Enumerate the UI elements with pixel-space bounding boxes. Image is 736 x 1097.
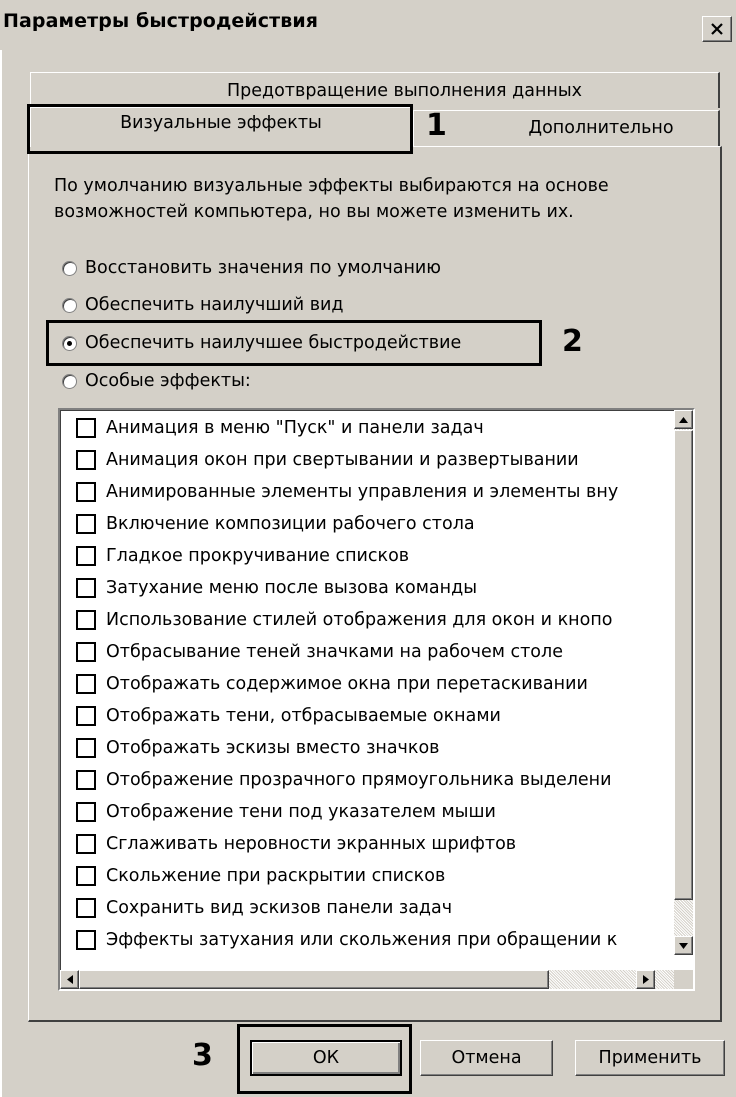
checkbox[interactable]: [76, 706, 96, 726]
checkbox[interactable]: [76, 418, 96, 438]
arrow-up-icon: [679, 416, 688, 423]
arrow-right-icon: [642, 975, 649, 984]
checkbox[interactable]: [76, 770, 96, 790]
list-item[interactable]: Отображать тени, отбрасываемые окнами: [76, 702, 501, 730]
list-item-label: Сохранить вид эскизов панели задач: [106, 898, 453, 918]
radio-custom[interactable]: Особые эффекты:: [62, 368, 251, 394]
list-item-label: Эффекты затухания или скольжения при обр…: [106, 930, 618, 950]
scroll-right-button[interactable]: [636, 970, 655, 989]
window-title: Параметры быстродействия: [3, 10, 319, 32]
checkbox[interactable]: [76, 738, 96, 758]
list-item[interactable]: Сглаживать неровности экранных шрифтов: [76, 830, 516, 858]
list-item[interactable]: Анимация в меню "Пуск" и панели задач: [76, 414, 484, 442]
checkbox[interactable]: [76, 450, 96, 470]
callout-3: 3: [192, 1038, 213, 1073]
list-item[interactable]: Включение композиции рабочего стола: [76, 510, 475, 538]
checkbox[interactable]: [76, 642, 96, 662]
list-item-label: Отбрасывание теней значками на рабочем с…: [106, 642, 563, 662]
radio-label: Обеспечить наилучшее быстродействие: [85, 333, 462, 353]
radio-button[interactable]: [62, 297, 77, 313]
ok-button[interactable]: ОК: [250, 1040, 402, 1076]
callout-2: 2: [562, 324, 583, 359]
checkbox[interactable]: [76, 898, 96, 918]
list-item[interactable]: Затухание меню после вызова команды: [76, 574, 477, 602]
checkbox[interactable]: [76, 546, 96, 566]
button-label: Отмена: [451, 1048, 522, 1068]
radio-button-checked[interactable]: [62, 335, 77, 351]
list-item[interactable]: Отбрасывание теней значками на рабочем с…: [76, 638, 563, 666]
list-item-label: Отображать тени, отбрасываемые окнами: [106, 706, 501, 726]
list-item[interactable]: Отображение прозрачного прямоугольника в…: [76, 766, 612, 794]
list-item[interactable]: Использование стилей отображения для око…: [76, 606, 612, 634]
list-item[interactable]: Отображать эскизы вместо значков: [76, 734, 439, 762]
checkbox[interactable]: [76, 482, 96, 502]
list-item[interactable]: Отображение тени под указателем мыши: [76, 798, 496, 826]
effects-list[interactable]: Анимация в меню "Пуск" и панели задач Ан…: [58, 408, 695, 991]
tab-label: Предотвращение выполнения данных: [226, 81, 583, 101]
list-item-label: Использование стилей отображения для око…: [106, 610, 613, 630]
list-item-label: Сглаживать неровности экранных шрифтов: [106, 834, 517, 854]
close-icon: [711, 23, 723, 35]
list-item-label: Включение композиции рабочего стола: [106, 514, 475, 534]
list-item-label: Отображение прозрачного прямоугольника в…: [106, 770, 612, 790]
title-bar: Параметры быстродействия: [0, 0, 736, 50]
radio-label: Восстановить значения по умолчанию: [85, 258, 442, 278]
description-text: По умолчанию визуальные эффекты выбирают…: [54, 176, 609, 222]
radio-best-appearance[interactable]: Обеспечить наилучший вид: [62, 292, 343, 318]
radio-button[interactable]: [62, 373, 77, 389]
radio-best-performance[interactable]: Обеспечить наилучшее быстродействие: [62, 330, 461, 356]
list-item-label: Затухание меню после вызова команды: [106, 578, 478, 598]
horizontal-scrollbar[interactable]: [60, 970, 680, 989]
tab-visual-effects[interactable]: Визуальные эффекты: [30, 107, 413, 147]
list-item[interactable]: Гладкое прокручивание списков: [76, 542, 409, 570]
arrow-down-icon: [679, 942, 688, 949]
effects-list-items: Анимация в меню "Пуск" и панели задач Ан…: [60, 410, 680, 955]
scrollbar-thumb[interactable]: [674, 430, 693, 900]
checkbox[interactable]: [76, 866, 96, 886]
button-label: Применить: [598, 1048, 702, 1068]
radio-button[interactable]: [62, 260, 77, 276]
checkbox[interactable]: [76, 802, 96, 822]
list-item[interactable]: Сохранить вид эскизов панели задач: [76, 894, 452, 922]
scroll-up-button[interactable]: [674, 410, 693, 429]
list-item[interactable]: Анимация окон при свертывании и разверты…: [76, 446, 579, 474]
tab-label: Визуальные эффекты: [120, 113, 322, 133]
cancel-button[interactable]: Отмена: [420, 1040, 553, 1076]
scrollbar-corner: [674, 970, 693, 989]
callout-1: 1: [426, 108, 447, 143]
list-item[interactable]: Отображать содержимое окна при перетаски…: [76, 670, 588, 698]
checkbox[interactable]: [76, 930, 96, 950]
checkbox[interactable]: [76, 834, 96, 854]
checkbox[interactable]: [76, 674, 96, 694]
radio-label: Особые эффекты:: [85, 371, 251, 391]
list-item[interactable]: Эффекты затухания или скольжения при обр…: [76, 926, 617, 954]
scroll-down-button[interactable]: [674, 936, 693, 955]
window-border: [0, 50, 2, 1097]
list-item-label: Анимация в меню "Пуск" и панели задач: [106, 418, 484, 438]
checkbox[interactable]: [76, 578, 96, 598]
close-button[interactable]: [702, 16, 732, 42]
list-item-label: Отображать содержимое окна при перетаски…: [106, 674, 588, 694]
scrollbar-thumb[interactable]: [79, 970, 549, 989]
radio-restore-defaults[interactable]: Восстановить значения по умолчанию: [62, 255, 441, 281]
list-item[interactable]: Анимированные элементы управления и элем…: [76, 478, 618, 506]
scroll-left-button[interactable]: [60, 970, 79, 989]
list-item-label: Анимированные элементы управления и элем…: [106, 482, 619, 502]
list-item-label: Отображать эскизы вместо значков: [106, 738, 440, 758]
radio-label: Обеспечить наилучший вид: [85, 295, 344, 315]
apply-button[interactable]: Применить: [575, 1040, 725, 1076]
tab-label: Дополнительно: [528, 118, 674, 138]
checkbox[interactable]: [76, 610, 96, 630]
list-item-label: Скольжение при раскрытии списков: [106, 866, 446, 886]
checkbox[interactable]: [76, 514, 96, 534]
tab-advanced[interactable]: Дополнительно: [413, 110, 720, 146]
vertical-scrollbar[interactable]: [674, 410, 693, 955]
tab-data-execution-prevention[interactable]: Предотвращение выполнения данных: [30, 72, 720, 108]
list-item-label: Отображение тени под указателем мыши: [106, 802, 496, 822]
button-label: ОК: [312, 1048, 340, 1068]
list-item-label: Гладкое прокручивание списков: [106, 546, 410, 566]
arrow-left-icon: [66, 975, 73, 984]
list-item-label: Анимация окон при свертывании и разверты…: [106, 450, 579, 470]
list-item[interactable]: Скольжение при раскрытии списков: [76, 862, 445, 890]
